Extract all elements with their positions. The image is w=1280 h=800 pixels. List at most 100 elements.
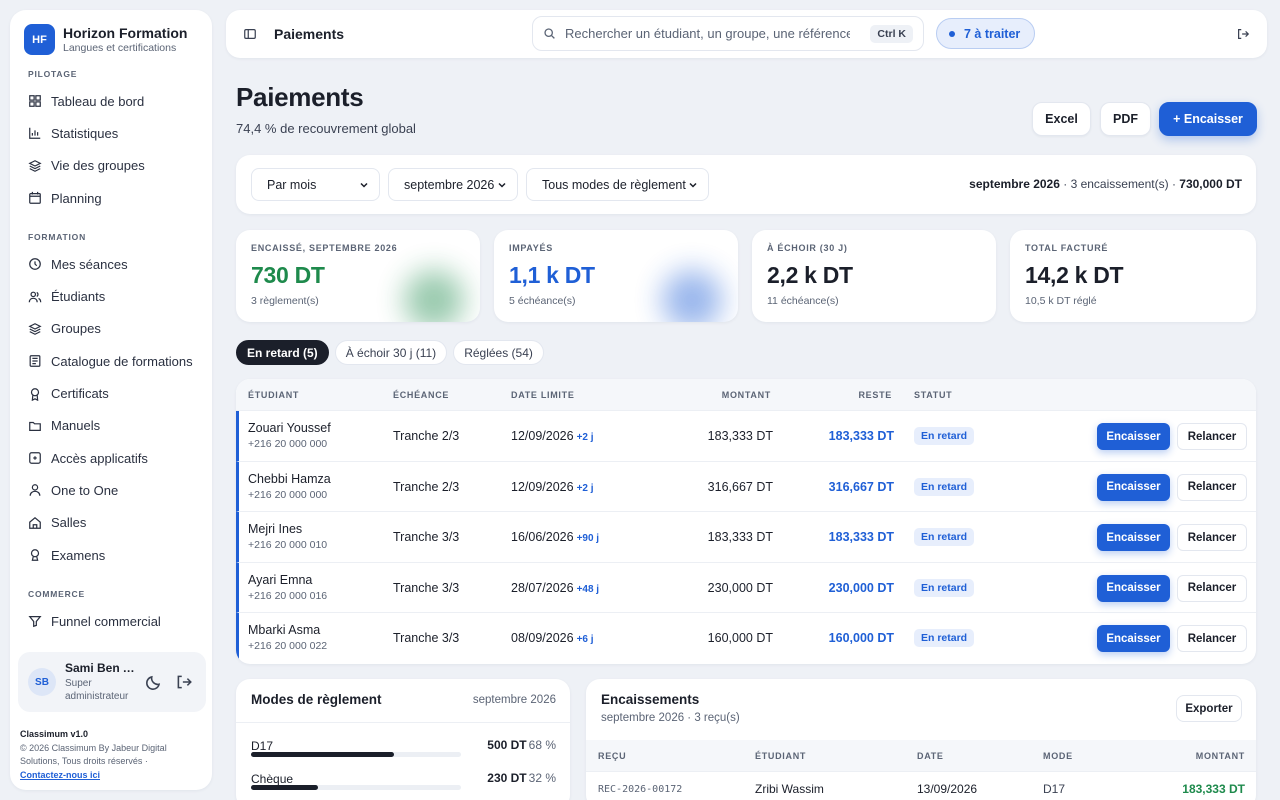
search-box[interactable]: Ctrl K bbox=[532, 16, 924, 51]
app-version: Classimum v1.0 bbox=[20, 729, 89, 739]
moon-icon[interactable] bbox=[145, 673, 163, 691]
remind-button[interactable]: Relancer bbox=[1177, 524, 1247, 552]
sidebar-item-manuals[interactable]: Manuels bbox=[10, 410, 212, 442]
todo-label: 7 à traiter bbox=[964, 26, 1021, 41]
table-row[interactable]: Mbarki Asma +216 20 000 022 Tranche 3/3 08/… bbox=[236, 613, 1256, 664]
month-select[interactable]: septembre 2026 bbox=[388, 168, 518, 201]
sidebar-toggle-icon[interactable] bbox=[243, 27, 257, 41]
student-phone: +216 20 000 016 bbox=[248, 589, 328, 602]
brand-tagline: Langues et certifications bbox=[63, 42, 177, 54]
sidebar-item-catalog[interactable]: Catalogue de formations bbox=[10, 345, 212, 377]
delay-badge: +2 j bbox=[576, 432, 594, 443]
collect-button[interactable]: + Encaisser bbox=[1159, 102, 1257, 136]
status-dot bbox=[949, 30, 955, 37]
calendar-icon bbox=[29, 191, 41, 204]
installment: Tranche 2/3 bbox=[393, 479, 460, 494]
shortcut-badge: Ctrl K bbox=[870, 24, 913, 43]
sidebar-item-students[interactable]: Étudiants bbox=[10, 280, 212, 312]
amount: 183,333 DT bbox=[707, 530, 773, 545]
collect-row-button[interactable]: Encaisser bbox=[1097, 473, 1170, 501]
receipt-mode: D17 bbox=[1043, 782, 1066, 796]
collect-row-button[interactable]: Encaisser bbox=[1097, 524, 1170, 552]
student-name[interactable]: Zouari Youssef bbox=[248, 421, 331, 435]
sidebar-item-group-life[interactable]: Vie des groupes bbox=[10, 150, 212, 182]
sidebar-item-label: Planning bbox=[51, 190, 102, 206]
kpi-label: ENCAISSÉ, SEPTEMBRE 2026 bbox=[251, 243, 398, 253]
remind-button[interactable]: Relancer bbox=[1177, 473, 1247, 501]
excel-button[interactable]: Excel bbox=[1032, 102, 1091, 136]
receipt-ref: REC-2026-00172 bbox=[598, 784, 683, 795]
kpi-sub: 10,5 k DT réglé bbox=[1025, 295, 1097, 307]
sidebar-item-exams[interactable]: Examens bbox=[10, 539, 212, 571]
due-date-cell: 16/06/2026 +90 j bbox=[511, 530, 599, 544]
todo-button[interactable]: 7 à traiter bbox=[936, 18, 1036, 49]
pdf-button[interactable]: PDF bbox=[1100, 102, 1151, 136]
sidebar-item-dashboard[interactable]: Tableau de bord bbox=[10, 85, 212, 117]
layers-icon bbox=[28, 322, 42, 335]
receipts-card: Encaissements septembre 2026 · 3 reçu(s)… bbox=[586, 679, 1256, 800]
tab-paid[interactable]: Réglées (54) bbox=[453, 340, 544, 365]
installment: Tranche 2/3 bbox=[393, 429, 460, 443]
table-header: ÉTUDIANT ÉCHÉANCE DATE LIMITE MONTANT RE… bbox=[236, 379, 1256, 411]
payment-method-select[interactable]: Tous modes de règlement bbox=[526, 168, 709, 201]
tab-upcoming[interactable]: À échoir 30 j (11) bbox=[334, 340, 448, 365]
col-student: ÉTUDIANT bbox=[248, 390, 300, 400]
remind-button[interactable]: Relancer bbox=[1177, 574, 1247, 602]
col-student: ÉTUDIANT bbox=[755, 751, 807, 761]
mode-value: 230 DT bbox=[487, 771, 527, 785]
kpi-upcoming: À ÉCHOIR (30 J) 2,2 k DT 11 échéance(s) bbox=[752, 230, 996, 322]
table-row[interactable]: REC-2026-00172 Zribi Wassim 13/09/2026 D… bbox=[586, 772, 1256, 800]
student-name[interactable]: Mejri Ines bbox=[248, 522, 302, 536]
receipt-amount: 183,333 DT bbox=[1182, 782, 1245, 796]
tab-overdue[interactable]: En retard (5) bbox=[236, 340, 329, 365]
col-mode: MODE bbox=[1043, 751, 1073, 761]
collect-row-button[interactable]: Encaisser bbox=[1097, 574, 1170, 602]
export-button[interactable]: Exporter bbox=[1176, 695, 1242, 722]
sidebar-item-rooms[interactable]: Salles bbox=[10, 507, 212, 539]
delay-badge: +6 j bbox=[576, 634, 594, 646]
sidebar-item-one-to-one[interactable]: One to One bbox=[10, 474, 212, 506]
sidebar-item-statistics[interactable]: Statistiques bbox=[10, 117, 212, 149]
student-name[interactable]: Ayari Emna bbox=[248, 573, 312, 587]
remind-button[interactable]: Relancer bbox=[1177, 423, 1247, 450]
sidebar-item-planning[interactable]: Planning bbox=[10, 182, 212, 214]
remind-button[interactable]: Relancer bbox=[1177, 625, 1247, 653]
due-date-cell: 12/09/2026 +2 j bbox=[511, 480, 594, 494]
student-name[interactable]: Chebbi Hamza bbox=[248, 472, 331, 486]
sidebar-item-app-access[interactable]: Accès applicatifs bbox=[10, 442, 212, 474]
period-mode-select[interactable]: Par mois bbox=[251, 168, 380, 201]
installment: Tranche 3/3 bbox=[393, 580, 460, 595]
collect-row-button[interactable]: Encaisser bbox=[1097, 625, 1170, 653]
logout-icon[interactable] bbox=[1236, 27, 1250, 41]
collect-row-button[interactable]: Encaisser bbox=[1097, 423, 1170, 450]
brand-name: Horizon Formation bbox=[63, 25, 188, 41]
sidebar-item-certificates[interactable]: Certificats bbox=[10, 377, 212, 409]
card-subtitle: septembre 2026 · 3 reçu(s) bbox=[601, 712, 740, 724]
logout-icon[interactable] bbox=[175, 673, 193, 691]
contact-link[interactable]: Contactez-nous ici bbox=[20, 770, 100, 780]
sidebar-item-label: Manuels bbox=[51, 418, 101, 434]
kpi-label: À ÉCHOIR (30 J) bbox=[767, 243, 848, 253]
card-period: septembre 2026 bbox=[472, 694, 556, 706]
award-icon bbox=[30, 387, 40, 401]
sidebar-footer: Classimum v1.0 © 2026 Classimum By Jabeu… bbox=[20, 728, 205, 782]
status-badge: En retard bbox=[914, 427, 975, 445]
col-amount: MONTANT bbox=[1195, 751, 1245, 761]
topbar-title: Paiements bbox=[274, 26, 345, 42]
sidebar-item-label: Tableau de bord bbox=[51, 93, 145, 109]
mode-bar bbox=[251, 785, 461, 790]
student-name[interactable]: Mbarki Asma bbox=[248, 623, 320, 637]
nav-section-title: FORMATION bbox=[28, 232, 87, 243]
sidebar-item-sessions[interactable]: Mes séances bbox=[10, 248, 212, 280]
table-row[interactable]: Ayari Emna +216 20 000 016 Tranche 3/3 28/0… bbox=[236, 562, 1256, 614]
user-card[interactable]: SB Sami Ben Ali Super administrateur bbox=[18, 652, 206, 712]
search-input[interactable] bbox=[565, 26, 850, 41]
mode-bar-fill bbox=[251, 785, 319, 790]
receipt-student: Zribi Wassim bbox=[755, 782, 824, 796]
table-row[interactable]: Chebbi Hamza +216 20 000 000 Tranche 2/3 12… bbox=[236, 461, 1256, 513]
table-row[interactable]: Zouari Youssef +216 20 000 000 Tranche 2/3… bbox=[236, 411, 1256, 462]
brand[interactable]: HF Horizon Formation Langues et certific… bbox=[10, 24, 212, 55]
sidebar-item-groups[interactable]: Groupes bbox=[10, 313, 212, 345]
table-row[interactable]: Mejri Ines +216 20 000 010 Tranche 3/3 16/0… bbox=[236, 512, 1256, 563]
sidebar-item-funnel[interactable]: Funnel commercial bbox=[10, 605, 212, 637]
